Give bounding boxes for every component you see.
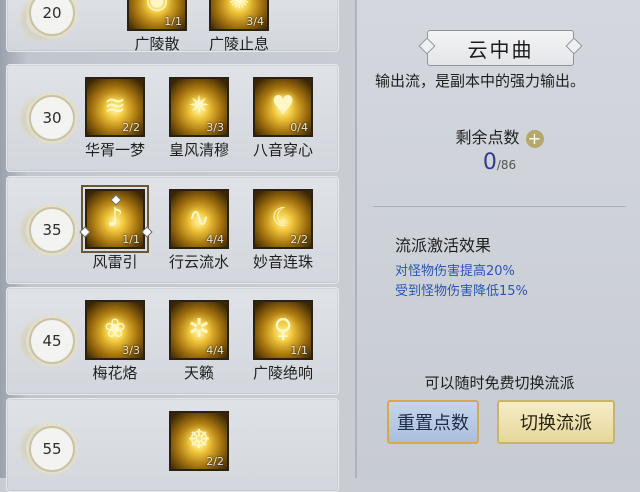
skill-name: 华胥一梦: [84, 141, 145, 159]
skill-name: 皇风清穆: [168, 141, 229, 159]
school-info-panel: 云中曲 输出流，是副本中的强力输出。 剩余点数 + 0/86 流派激活效果 对怪物…: [355, 0, 640, 478]
remaining-points-label: 剩余点数 +: [357, 124, 640, 148]
gold-streams-icon[interactable]: ∿ 4/4: [169, 189, 229, 249]
tier-level-badge: 30: [29, 95, 75, 141]
gold-figure-icon[interactable]: ♀ 1/1: [253, 300, 313, 360]
skill-name: 广陵散: [134, 35, 180, 53]
gold-crescent-icon[interactable]: ☾ 2/2: [253, 189, 313, 249]
skill-name: 梅花烙: [92, 364, 138, 382]
reset-points-button[interactable]: 重置点数: [387, 400, 479, 444]
divider: [373, 206, 626, 207]
tier-row-30: 30 ≋ 2/2 华胥一梦 ✷ 3/3 皇风清穆 ♥ 0/4 八音穿心: [6, 64, 339, 172]
points-max: /86: [496, 158, 517, 172]
gold-bell-icon[interactable]: ✲ 4/4: [169, 300, 229, 360]
skill-count: 1/1: [290, 344, 308, 357]
plus-icon[interactable]: +: [525, 129, 544, 148]
skill-tree-panel: 20 ◉ 1/1 广陵散 ✺ 3/4 广陵止息 30 ≋ 2/2 华胥一梦 ✷ 3/3 …: [0, 0, 355, 492]
skill-slot[interactable]: ♀ 1/1 广陵绝响: [248, 300, 318, 383]
remaining-points-value: 0/86: [357, 150, 640, 175]
skill-count: 3/4: [246, 15, 264, 28]
tier-level-badge: 35: [29, 207, 75, 253]
skill-slot[interactable]: ∿ 4/4 行云流水: [164, 189, 234, 272]
skill-slot[interactable]: ❀ 3/3 梅花烙: [80, 300, 150, 383]
tier-level-badge: 55: [29, 426, 75, 472]
gold-vortex-icon[interactable]: ✷ 3/3: [169, 77, 229, 137]
effect-title: 流派激活效果: [395, 236, 492, 255]
skill-count: 2/2: [122, 121, 140, 134]
switch-note: 可以随时免费切换流派: [424, 374, 575, 392]
skill-name: 广陵绝响: [252, 364, 313, 382]
skill-count: 3/3: [122, 344, 140, 357]
gold-swirl-icon[interactable]: ✺ 3/4: [209, 0, 269, 31]
tier-row-45: 45 ❀ 3/3 梅花烙 ✲ 4/4 天籁 ♀ 1/1 广陵绝响: [6, 287, 339, 395]
skill-count: 1/1: [122, 233, 140, 246]
skill-slot[interactable]: ◉ 1/1 广陵散: [122, 0, 192, 54]
skill-name: 天籁: [183, 364, 214, 382]
remaining-points-text: 剩余点数: [455, 128, 520, 147]
skill-count: 2/2: [206, 455, 224, 468]
skill-slot[interactable]: ☾ 2/2 妙音连珠: [248, 189, 318, 272]
switch-school-button[interactable]: 切换流派: [497, 400, 615, 444]
effect-line: 受到怪物伤害降低15%: [395, 284, 528, 299]
skill-name: 八音穿心: [252, 141, 313, 159]
skill-count: 0/4: [290, 121, 308, 134]
skill-count: 2/2: [290, 233, 308, 246]
skill-slot[interactable]: ☸ 2/2: [164, 411, 234, 471]
skill-count: 4/4: [206, 344, 224, 357]
skill-slot-selected[interactable]: ♪ 1/1 风雷引: [79, 185, 153, 272]
skill-count: 3/3: [206, 121, 224, 134]
gold-heart-icon[interactable]: ♥ 0/4: [253, 77, 313, 137]
skill-slot[interactable]: ✺ 3/4 广陵止息: [204, 0, 274, 54]
skill-slot[interactable]: ✲ 4/4 天籁: [164, 300, 234, 383]
gold-meditation-icon[interactable]: ☸ 2/2: [169, 411, 229, 471]
skill-name: 妙音连珠: [252, 253, 313, 271]
skill-count: 4/4: [206, 233, 224, 246]
skill-name: 风雷引: [92, 253, 138, 271]
points-current: 0: [482, 150, 497, 175]
spinning-gold-disc-icon[interactable]: ◉ 1/1: [127, 0, 187, 31]
skill-count: 1/1: [164, 15, 182, 28]
gold-wave-icon[interactable]: ≋ 2/2: [85, 77, 145, 137]
skill-slot[interactable]: ♥ 0/4 八音穿心: [248, 77, 318, 160]
school-title: 云中曲: [427, 30, 574, 66]
tier-row-35: 35 ♪ 1/1 风雷引 ∿ 4/4 行云流水 ☾ 2/2 妙音连珠: [6, 176, 339, 284]
skill-slot[interactable]: ✷ 3/3 皇风清穆: [164, 77, 234, 160]
skill-name: 行云流水: [168, 253, 229, 271]
gold-lotus-icon[interactable]: ❀ 3/3: [85, 300, 145, 360]
skill-name: 广陵止息: [208, 35, 269, 53]
school-description: 输出流，是副本中的强力输出。: [375, 72, 586, 90]
tier-level-badge: 45: [29, 318, 75, 364]
skill-slot[interactable]: ≋ 2/2 华胥一梦: [80, 77, 150, 160]
tier-row-20: 20 ◉ 1/1 广陵散 ✺ 3/4 广陵止息: [6, 0, 339, 54]
effect-line: 对怪物伤害提高20%: [395, 264, 515, 279]
